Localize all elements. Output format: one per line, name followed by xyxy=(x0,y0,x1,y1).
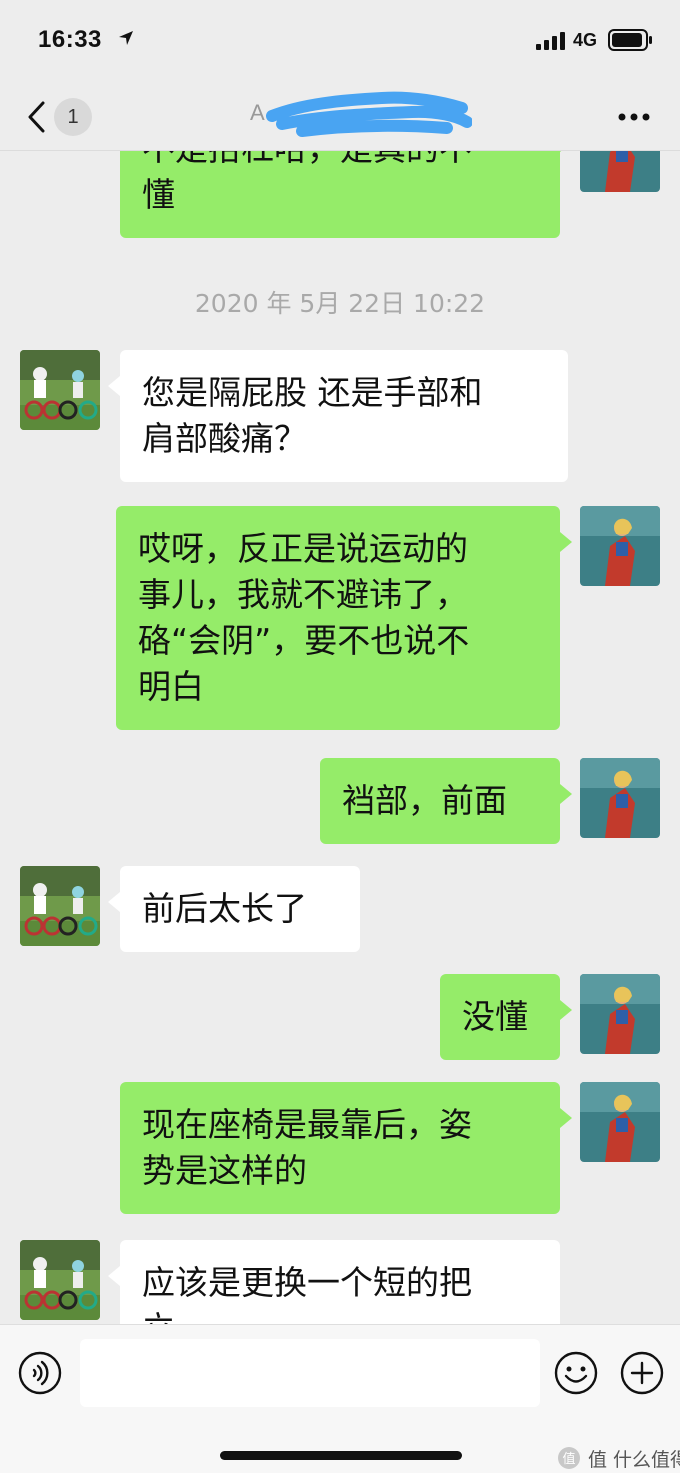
message-line: 应该是更换一个短的把 xyxy=(142,1263,472,1302)
location-arrow-icon xyxy=(119,31,133,45)
network-type: 4G xyxy=(573,30,598,50)
chevron-left-icon xyxy=(28,101,45,133)
contact-avatar[interactable] xyxy=(20,350,100,430)
message-line: 前后太长了 xyxy=(142,889,307,928)
chat-header: 1 A xyxy=(0,84,680,151)
emoji-icon[interactable] xyxy=(554,1351,598,1395)
message-line: 不是抬杠哈，是真的不 xyxy=(142,150,536,172)
more-options-icon[interactable] xyxy=(612,102,656,132)
message-line: 势是这样的 xyxy=(142,1151,307,1190)
kids-bike-avatar-image xyxy=(20,866,100,946)
home-indicator[interactable] xyxy=(220,1451,462,1460)
message-line: 明白 xyxy=(138,667,204,706)
my-avatar[interactable] xyxy=(580,506,660,586)
superhero-avatar-image xyxy=(580,506,660,586)
message-bubble-incoming[interactable]: 您是隔屁股 还是手部和 肩部酸痛？ xyxy=(108,350,568,482)
message-line: 哎呀，反正是说运动的 xyxy=(138,529,468,568)
message-line: 懂 xyxy=(142,175,175,214)
message-line: 硌“会阴”，要不也说不 xyxy=(138,621,470,660)
signal-strength-icon xyxy=(536,32,565,50)
contact-avatar[interactable] xyxy=(20,866,100,946)
unread-count-badge: 1 xyxy=(54,98,92,136)
kids-bike-avatar-image xyxy=(20,1240,100,1320)
message-line: 您是隔屁股 还是手部和 xyxy=(142,373,483,412)
add-more-icon[interactable] xyxy=(620,1351,664,1395)
message-line: 没懂 xyxy=(462,997,528,1036)
message-input[interactable] xyxy=(80,1339,540,1407)
voice-input-icon[interactable] xyxy=(18,1351,62,1395)
my-avatar[interactable] xyxy=(580,974,660,1054)
status-bar: 16:33 4G xyxy=(0,0,680,84)
message-bubble-outgoing[interactable]: 哎呀，反正是说运动的 事儿，我就不避讳了， 硌“会阴”，要不也说不 明白 xyxy=(116,506,572,730)
watermark-text: 值 什么值得买 xyxy=(588,1449,680,1471)
chat-timestamp: 2020 年 5月 22日 10:22 xyxy=(194,289,486,318)
redaction-scribble xyxy=(266,91,472,137)
message-line: 立 xyxy=(142,1306,536,1324)
message-line: 事儿，我就不避讳了， xyxy=(138,575,468,614)
message-bubble-outgoing[interactable]: 不是抬杠哈，是真的不 懂 xyxy=(120,150,572,238)
superhero-avatar-image xyxy=(580,974,660,1054)
message-line: 裆部，前面 xyxy=(342,781,507,820)
message-line: 肩部酸痛？ xyxy=(142,419,307,458)
my-avatar[interactable] xyxy=(580,1082,660,1162)
kids-bike-avatar-image xyxy=(20,350,100,430)
message-bubble-outgoing[interactable]: 裆部，前面 xyxy=(320,758,572,844)
back-button[interactable]: 1 xyxy=(22,94,94,140)
superhero-avatar-image xyxy=(580,1082,660,1162)
svg-text:值: 值 xyxy=(562,1451,575,1467)
message-bubble-outgoing[interactable]: 现在座椅是最靠后，姿 势是这样的 xyxy=(120,1082,572,1214)
status-time: 16:33 xyxy=(38,26,102,53)
my-avatar[interactable] xyxy=(580,150,660,192)
watermark-logo-icon: 值 xyxy=(558,1447,580,1469)
input-toolbar: 值 值 什么值得买 xyxy=(0,1324,680,1473)
message-list[interactable]: 不是抬杠哈，是真的不 懂 2020 年 5月 22日 10:22 您是隔屁股 还… xyxy=(0,150,680,1324)
message-bubble-incoming[interactable]: 应该是更换一个短的把 立 xyxy=(108,1240,560,1324)
battery-icon xyxy=(608,29,652,51)
message-bubble-incoming[interactable]: 前后太长了 xyxy=(108,866,360,952)
contact-avatar[interactable] xyxy=(20,1240,100,1320)
message-bubble-outgoing[interactable]: 没懂 xyxy=(440,974,572,1060)
superhero-avatar-image xyxy=(580,758,660,838)
message-line: 现在座椅是最靠后，姿 xyxy=(142,1105,472,1144)
my-avatar[interactable] xyxy=(580,758,660,838)
superhero-avatar-image xyxy=(580,150,660,192)
